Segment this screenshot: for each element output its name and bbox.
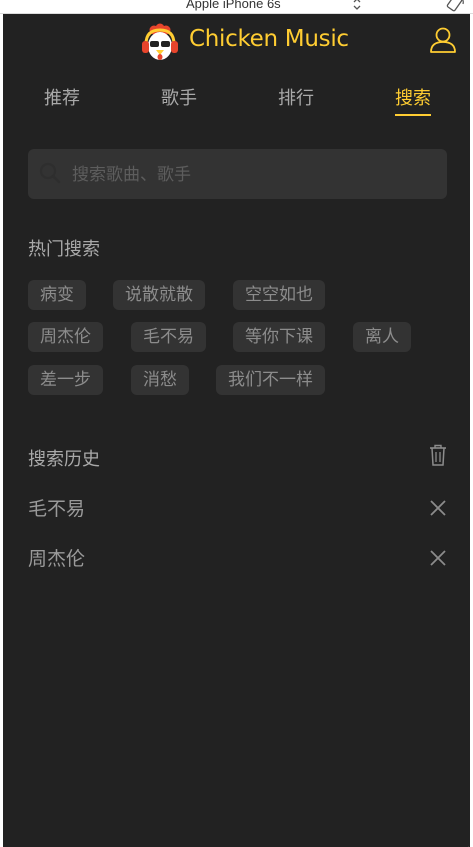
- tab-rank[interactable]: 排行: [278, 84, 314, 110]
- header: Chicken Music: [3, 14, 470, 70]
- history-item[interactable]: 毛不易: [28, 488, 448, 528]
- user-icon[interactable]: [429, 25, 457, 53]
- tab-search[interactable]: 搜索: [395, 84, 431, 116]
- history-item-label: 毛不易: [28, 498, 86, 520]
- tab-bar: 推荐 歌手 排行 搜索: [3, 80, 470, 120]
- trash-icon[interactable]: [428, 443, 448, 467]
- device-select[interactable]: Apple iPhone 6s: [186, 0, 281, 12]
- hot-search-title: 热门搜索: [28, 239, 100, 260]
- hot-key[interactable]: 周杰伦: [28, 322, 103, 352]
- hot-key[interactable]: 毛不易: [131, 322, 206, 352]
- hot-key[interactable]: 病变: [28, 280, 86, 310]
- app-title: Chicken Music: [189, 26, 349, 52]
- app-viewport: Chicken Music 推荐 歌手 排行 搜索 热门搜索 病变 说散就散 空…: [3, 14, 470, 847]
- close-icon[interactable]: [428, 548, 448, 568]
- hot-key[interactable]: 空空如也: [233, 280, 325, 310]
- hot-key[interactable]: 差一步: [28, 365, 103, 395]
- search-input[interactable]: [70, 158, 434, 192]
- dropdown-arrow-icon[interactable]: [353, 0, 361, 10]
- tab-recommend[interactable]: 推荐: [44, 84, 80, 110]
- history-item-label: 周杰伦: [28, 548, 86, 570]
- device-toolbar: Apple iPhone 6s: [0, 0, 473, 14]
- search-icon: [39, 162, 61, 184]
- tab-singer[interactable]: 歌手: [161, 84, 197, 110]
- rotate-device-icon[interactable]: [446, 0, 466, 12]
- hot-key[interactable]: 说散就散: [113, 280, 205, 310]
- hot-key[interactable]: 等你下课: [233, 322, 325, 352]
- hot-key[interactable]: 消愁: [131, 365, 189, 395]
- search-history-title: 搜索历史: [28, 449, 100, 470]
- search-box: [28, 149, 447, 199]
- close-icon[interactable]: [428, 498, 448, 518]
- history-item[interactable]: 周杰伦: [28, 538, 448, 578]
- hot-key[interactable]: 离人: [353, 322, 411, 352]
- hot-key[interactable]: 我们不一样: [216, 365, 325, 395]
- chicken-logo-icon: [142, 23, 178, 60]
